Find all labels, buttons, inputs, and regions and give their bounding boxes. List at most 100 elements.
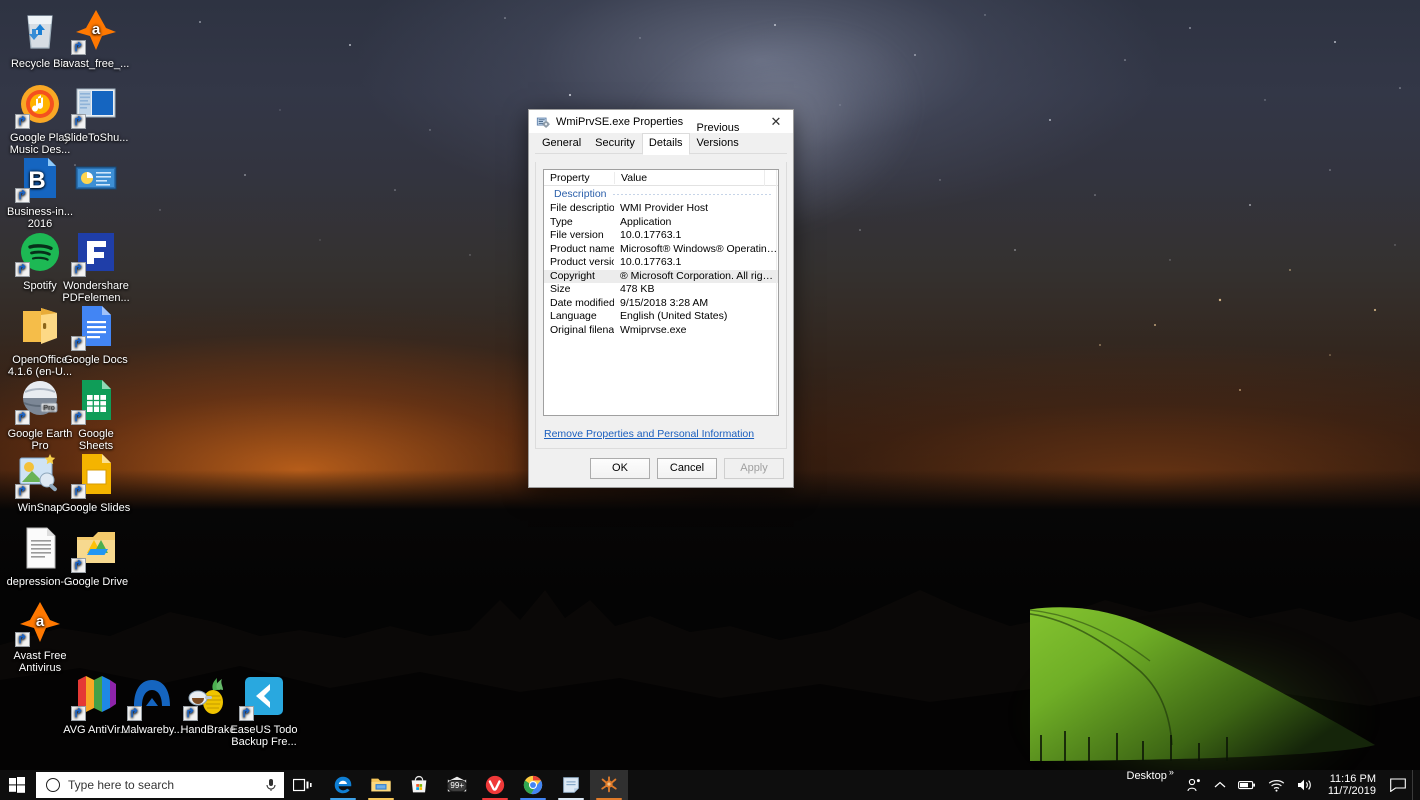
action-center-icon [1390,778,1406,792]
shortcut-arrow-icon [15,484,30,499]
file-explorer-icon [370,774,392,796]
tab-details[interactable]: Details [641,133,690,155]
google-sheets-icon [71,376,120,425]
network-button[interactable] [1262,770,1291,800]
property-row[interactable]: Date modified 9/15/2018 3:28 AM [544,297,778,311]
property-row[interactable]: Size 478 KB [544,283,778,297]
shortcut-arrow-icon [71,410,86,425]
taskbar-app-buttons[interactable]: 99+ [324,770,628,800]
shortcut-arrow-icon [71,336,86,351]
google-drive-icon [71,524,120,573]
search-input[interactable]: Type here to search [36,772,284,798]
desktop-icon-easeus-todo-backup-fre[interactable]: EaseUS Todo Backup Fre... [228,672,300,748]
action-center-button[interactable] [1384,770,1412,800]
properties-listbox[interactable]: Property Value Description File descripti… [543,169,779,416]
shortcut-arrow-icon [15,114,30,129]
desktop[interactable]: Recycle Binaavast_free_...Google Play Mu… [0,0,1420,800]
openoffice-icon [16,302,64,350]
clock[interactable]: 11:16 PM 11/7/2019 [1320,770,1384,800]
cancel-button[interactable]: Cancel [657,457,717,479]
property-row[interactable]: Product version 10.0.17763.1 [544,256,778,270]
start-button[interactable] [0,770,34,800]
taskbar-app-microsoft-store[interactable] [400,770,438,800]
desktop-icon-wondershare-pdfelemen[interactable]: Wondershare PDFelemen... [60,228,132,304]
shortcut-arrow-icon [71,40,86,55]
property-value: Microsoft® Windows® Operating System [620,242,778,255]
microphone-icon[interactable] [258,778,284,792]
property-key: Type [550,215,573,228]
shortcut-arrow-icon [15,262,30,277]
taskbar-app-sticky-notes[interactable] [552,770,590,800]
tab-previous-versions[interactable]: Previous Versions [690,118,787,154]
tab-security[interactable]: Security [588,133,642,154]
taskbar-app-file-explorer[interactable] [362,770,400,800]
svg-text:a: a [92,21,101,38]
people-button[interactable] [1180,770,1208,800]
ok-button[interactable]: OK [590,457,650,479]
property-key: File version [550,229,604,241]
taskbar-app-wmi-provider-host[interactable] [590,770,628,800]
battery-button[interactable] [1232,770,1262,800]
desktop-icon-label: Google Drive [63,576,129,588]
taskbar-app-microsoft-edge[interactable] [324,770,362,800]
remove-properties-row: Remove Properties and Personal Informati… [544,428,754,440]
property-row[interactable]: File description WMI Provider Host [544,202,778,216]
google-slides-icon [71,450,120,499]
easeus-icon [239,672,288,721]
search-icon [46,778,60,792]
shortcut-arrow-icon [71,706,86,721]
taskbar-app-google-chrome[interactable] [514,770,552,800]
property-row[interactable]: Language English (United States) [544,310,778,324]
desktop-icon-avast-free-antivirus[interactable]: a Avast Free Antivirus [4,598,76,674]
desktop-icon-label: avast_free_... [62,58,130,70]
apply-button[interactable]: Apply [724,457,784,479]
vivaldi-icon [484,774,506,796]
google-docs-icon [71,302,120,351]
notification-badge: 99+ [447,780,467,792]
column-header-property[interactable]: Property [544,172,614,184]
property-row[interactable]: Original filename Wmiprvse.exe [544,324,778,338]
shortcut-arrow-icon [127,706,142,721]
shortcut-arrow-icon [15,188,30,203]
tab-general[interactable]: General [535,133,588,154]
chevron-up-icon [1214,781,1226,788]
malwarebytes-icon [127,672,176,721]
group-divider [612,193,772,195]
desktop-icon-google-sheets[interactable]: Google Sheets [60,376,132,452]
property-group-name: Description [554,188,607,200]
property-row[interactable]: Type Application [544,216,778,230]
shortcut-arrow-icon [71,114,86,129]
task-view-button[interactable] [284,770,322,800]
tray-desktop-overflow[interactable]: Desktop » [1121,767,1180,800]
taskbar[interactable]: Type here to search 99+ Desktop » 11:16 … [0,767,1420,800]
camping-tent [1030,607,1375,761]
properties-list[interactable]: Description File description WMI Provider … [544,186,778,337]
desktop-icon-label: Avast Free Antivirus [13,650,67,674]
column-header-value[interactable]: Value [614,171,764,184]
business-in-icon: B [15,154,64,203]
remove-properties-link[interactable]: Remove Properties and Personal Informati… [544,428,754,440]
desktop-icon-label: Google Sheets [78,428,114,452]
shortcut-arrow-icon [71,262,86,277]
property-row[interactable]: File version 10.0.17763.1 [544,229,778,243]
volume-button[interactable] [1291,770,1320,800]
show-hidden-icons-button[interactable] [1208,770,1232,800]
shortcut-arrow-icon [183,706,198,721]
desktop-icon-google-slides[interactable]: Google Slides [60,450,132,514]
system-tray[interactable]: Desktop » 11:16 PM 11/7/2019 [1121,767,1420,800]
desktop-icon-google-docs[interactable]: Google Docs [60,302,132,366]
properties-dialog[interactable]: WmiPrvSE.exe Properties ✕ General Securit… [528,109,794,488]
show-desktop-button[interactable] [1412,770,1420,800]
desktop-icon-slidetoshu[interactable]: SlideToShu... [60,80,132,144]
property-row[interactable]: Copyright ® Microsoft Corporation. All ri… [544,269,778,283]
property-row[interactable]: Product name Microsoft® Windows® Operatin… [544,243,778,257]
property-value: WMI Provider Host [620,202,709,214]
desktop-icon-google-drive[interactable]: Google Drive [60,524,132,588]
people-icon [1187,778,1200,792]
taskbar-app-mail[interactable]: 99+ [438,770,476,800]
taskbar-app-vivaldi[interactable] [476,770,514,800]
dialog-tabs[interactable]: General Security Details Previous Versions [529,122,793,155]
desktop-icon-blue-chart[interactable] [60,154,132,206]
desktop-icon-avast-free[interactable]: a avast_free_... [60,6,132,70]
property-key: Date modified [550,296,614,309]
